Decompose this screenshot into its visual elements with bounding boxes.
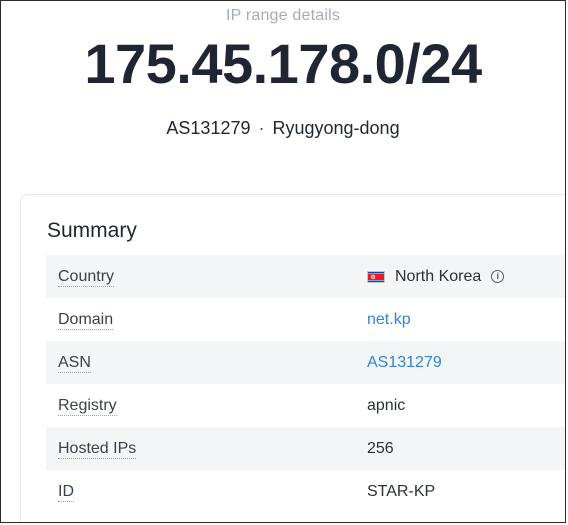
summary-row-asn: ASN AS131279 (46, 341, 565, 384)
summary-row-country: Country North Korea i (46, 255, 565, 298)
registry-value: apnic (367, 396, 406, 414)
row-label: Hosted IPs (46, 439, 367, 459)
row-label: Domain (46, 310, 367, 330)
summary-table: Country North Korea i Domain net.kp ASN … (46, 255, 565, 513)
page-subtitle: IP range details (225, 7, 341, 24)
row-label: Registry (46, 396, 367, 416)
id-value: STAR-KP (367, 482, 436, 500)
domain-link[interactable]: net.kp (367, 311, 411, 329)
ip-range-title: 175.45.178.0/24 (84, 32, 482, 95)
asn-link[interactable]: AS131279 (166, 118, 250, 138)
registry-label[interactable]: Registry (58, 396, 117, 416)
location-text: Ryugyong-dong (272, 118, 400, 138)
row-label: ID (46, 482, 367, 502)
summary-title: Summary (47, 219, 137, 242)
hosted-ips-label[interactable]: Hosted IPs (58, 439, 137, 459)
country-label[interactable]: Country (58, 267, 115, 287)
hosted-ips-value: 256 (367, 439, 394, 457)
summary-row-registry: Registry apnic (46, 384, 565, 427)
asn-location-line: AS131279 · Ryugyong-dong (1, 118, 565, 139)
asn-label[interactable]: ASN (58, 353, 91, 373)
summary-card: Summary Country North Korea i Domain net… (20, 194, 565, 522)
id-label[interactable]: ID (58, 482, 74, 502)
summary-row-id: ID STAR-KP (46, 470, 565, 513)
summary-row-hosted-ips: Hosted IPs 256 (46, 427, 565, 470)
asn-value-link[interactable]: AS131279 (367, 354, 442, 372)
summary-row-domain: Domain net.kp (46, 298, 565, 341)
domain-label[interactable]: Domain (58, 310, 114, 330)
info-icon[interactable]: i (491, 270, 505, 283)
row-label: Country (46, 267, 367, 287)
row-value: North Korea i (367, 267, 505, 286)
row-label: ASN (46, 353, 367, 373)
separator-dot: · (258, 118, 265, 138)
north-korea-flag-icon (367, 270, 385, 283)
country-value: North Korea (395, 267, 482, 285)
page-frame: IP range details 175.45.178.0/24 AS13127… (0, 0, 566, 523)
